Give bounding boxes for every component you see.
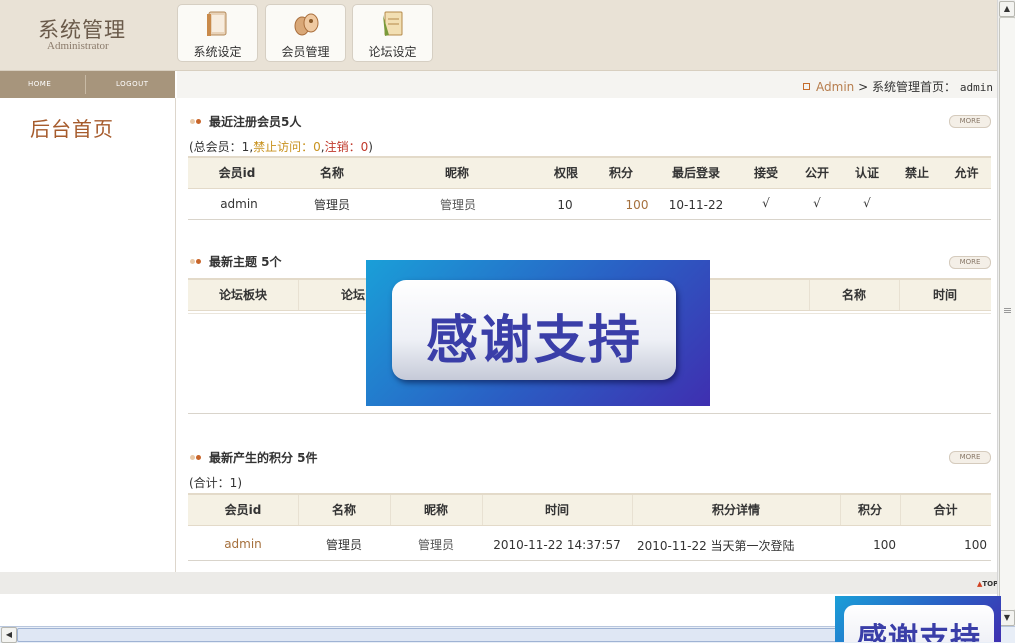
cell-total: 100 xyxy=(964,538,987,552)
banner-text: 感谢支持 xyxy=(425,311,642,371)
scroll-thumb[interactable] xyxy=(999,17,1015,611)
col-accept: 接受 xyxy=(753,166,778,180)
members-more-button[interactable]: MORE xyxy=(949,115,991,128)
col-total: 合计 xyxy=(933,503,958,517)
col-verified: 认证 xyxy=(854,166,879,180)
breadcrumb-page: 系统管理首页 xyxy=(872,80,945,94)
cell-member-id[interactable]: admin xyxy=(188,537,298,551)
col-forum-section: 论坛板块 xyxy=(218,288,267,302)
breadcrumb-login: admin xyxy=(959,81,993,94)
breadcrumb-sep: > xyxy=(858,80,869,94)
scroll-down-button[interactable]: ▼ xyxy=(999,610,1015,626)
col-member-id: 会员id xyxy=(218,166,256,180)
footer xyxy=(0,572,997,594)
cell-accept: √ xyxy=(762,196,770,210)
col-time: 时间 xyxy=(544,503,569,517)
cell-permission: 10 xyxy=(557,198,573,212)
col-name: 名称 xyxy=(319,166,344,180)
nav-label: 论坛设定 xyxy=(368,45,417,59)
col-topic-name: 名称 xyxy=(841,288,866,302)
breadcrumb: Admin > 系统管理首页： admin xyxy=(803,78,993,95)
col-points: 积分 xyxy=(857,503,882,517)
bullet-icon xyxy=(803,83,811,90)
members-summary: (总会员：1,禁止访问：0,注销：0) xyxy=(189,138,373,155)
home-link[interactable]: HOME xyxy=(28,80,51,88)
summary-suffix: ) xyxy=(368,140,373,154)
breadcrumb-user[interactable]: Admin xyxy=(816,80,854,94)
points-summary: (合计：1) xyxy=(189,476,242,490)
scroll-left-button[interactable]: ◀ xyxy=(1,627,17,643)
cell-time: 2010-11-22 14:37:57 xyxy=(493,538,621,552)
col-last-login: 最后登录 xyxy=(671,166,720,180)
logout-link[interactable]: LOGOUT xyxy=(116,80,149,88)
members-section-title: 最近注册会员5人 xyxy=(190,113,301,130)
members-title-text: 最近注册会员5人 xyxy=(209,115,302,129)
topics-section-title: 最新主题 5个 xyxy=(190,253,282,270)
nav-label: 会员管理 xyxy=(281,45,330,59)
summary-banned[interactable]: 禁止访问：0 xyxy=(253,140,321,154)
header xyxy=(0,0,997,71)
points-title-text: 最新产生的积分 5件 xyxy=(209,451,318,465)
table-row: admin 管理员 管理员 10 100 10-11-22 √ √ √ xyxy=(188,189,991,219)
col-member-id: 会员id xyxy=(224,503,262,517)
points-more-button[interactable]: MORE xyxy=(949,451,991,464)
section-bullet-icon xyxy=(190,119,204,125)
section-bullet-icon xyxy=(190,455,204,461)
scroll-up-button[interactable]: ▲ xyxy=(999,1,1015,17)
nav-label: 系统设定 xyxy=(193,45,242,59)
book-icon xyxy=(207,11,227,36)
nav-forum-settings[interactable]: 论坛设定 xyxy=(352,4,433,62)
app-subtitle: Administrator xyxy=(47,40,109,52)
banner-card: 感谢支持 xyxy=(392,280,676,380)
col-permission: 权限 xyxy=(553,166,578,180)
col-detail: 积分详情 xyxy=(711,503,760,517)
col-ban: 禁止 xyxy=(904,166,929,180)
subnav-divider xyxy=(85,75,86,94)
top-label: TOP xyxy=(982,580,999,588)
col-name: 名称 xyxy=(331,503,356,517)
cell-detail: 2010-11-22 当天第一次登陆 xyxy=(637,539,795,553)
col-points: 积分 xyxy=(608,166,633,180)
points-section-title: 最新产生的积分 5件 xyxy=(190,449,318,466)
cell-nickname: 管理员 xyxy=(417,538,454,552)
cell-name: 管理员 xyxy=(313,198,350,212)
col-topic-time: 时间 xyxy=(932,288,957,302)
cell-public: √ xyxy=(813,196,821,210)
vertical-scrollbar[interactable]: ▲ ▼ xyxy=(997,0,1015,626)
col-nickname: 昵称 xyxy=(444,166,469,180)
banner-text: 感谢支持 xyxy=(857,622,981,642)
thanks-banner-small[interactable]: 感谢支持 xyxy=(835,596,1001,642)
breadcrumb-colon: ： xyxy=(944,80,957,94)
banner-card: 感谢支持 xyxy=(844,605,994,642)
divider xyxy=(188,413,991,414)
section-bullet-icon xyxy=(190,259,204,265)
cell-name: 管理员 xyxy=(325,538,362,552)
col-allow: 允许 xyxy=(954,166,979,180)
col-nickname: 昵称 xyxy=(423,503,448,517)
members-table-header: 会员id 名称 昵称 权限 积分 最后登录 接受 公开 认证 禁止 允许 xyxy=(188,156,991,189)
sidebar xyxy=(0,98,176,572)
topics-more-button[interactable]: MORE xyxy=(949,256,991,269)
forum-icon xyxy=(383,11,403,36)
thanks-banner[interactable]: 感谢支持 xyxy=(366,260,710,406)
col-public: 公开 xyxy=(804,166,829,180)
summary-cancelled[interactable]: 注销：0 xyxy=(325,140,369,154)
topics-title-text: 最新主题 5个 xyxy=(209,255,282,269)
back-to-top-link[interactable]: ▲TOP xyxy=(977,580,998,588)
cell-member-id[interactable]: admin xyxy=(188,197,290,211)
summary-total: (总会员：1, xyxy=(189,140,254,154)
table-row: admin 管理员 管理员 2010-11-22 14:37:57 2010-1… xyxy=(188,527,991,559)
cell-points: 100 xyxy=(873,538,896,552)
nav-member-management[interactable]: 会员管理 xyxy=(265,4,346,62)
cell-verified: √ xyxy=(863,196,871,210)
cell-nickname: 管理员 xyxy=(439,198,476,212)
points-table-header: 会员id 名称 昵称 时间 积分详情 积分 合计 xyxy=(188,493,991,526)
members-icon xyxy=(294,13,319,36)
cell-last-login: 10-11-22 xyxy=(668,198,724,212)
sidebar-title[interactable]: 后台首页 xyxy=(30,113,114,142)
nav-system-settings[interactable]: 系统设定 xyxy=(177,4,258,62)
divider xyxy=(188,219,991,220)
divider xyxy=(188,560,991,561)
